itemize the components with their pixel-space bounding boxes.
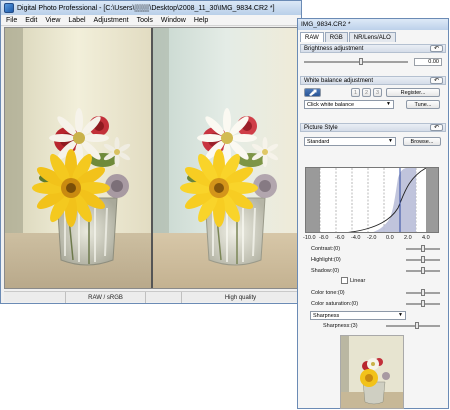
picture-style-select[interactable]: Standard ▼ [304,137,396,146]
chevron-down-icon: ▼ [386,101,391,107]
axis-tick: -6.0 [335,235,345,241]
linear-label: Linear [350,278,366,284]
menu-bar: File Edit View Label Adjustment Tools Wi… [1,15,301,26]
axis-tick: 0.0 [386,235,394,241]
main-window: Digital Photo Professional - [C:\Users\▒… [0,0,302,304]
wb-slot-1-button[interactable]: 1 [351,88,360,97]
highlight-slider-thumb[interactable] [421,256,425,263]
menu-window[interactable]: Window [157,17,190,24]
app-icon [4,3,14,13]
sharpness-slider-thumb[interactable] [415,322,419,329]
brightness-slider-track[interactable] [304,61,408,63]
sharpness-mode-value: Sharpness [313,312,340,319]
picture-style-header: Picture Style ↶ [300,123,446,132]
reset-icon: ↶ [433,45,440,52]
highlight-label: Highlight:(0) [311,257,341,263]
after-image-pane[interactable] [153,28,298,288]
axis-tick: -8.0 [319,235,329,241]
register-button[interactable]: Register... [386,88,440,97]
color-saturation-slider-thumb[interactable] [421,300,425,307]
brightness-slider-thumb[interactable] [359,58,363,65]
navigator-thumbnail[interactable] [340,335,404,409]
brightness-header: Brightness adjustment ↶ [300,44,446,53]
wb-slot-2-button[interactable]: 2 [362,88,371,97]
browse-button[interactable]: Browse... [403,137,441,146]
shadow-label: Shadow:(0) [311,268,340,274]
status-color-space: RAW / sRGB [66,292,146,303]
tone-curve-panel[interactable] [305,167,439,233]
axis-tick: -10.0 [303,235,316,241]
picture-style-select-value: Standard [307,138,330,145]
menu-help[interactable]: Help [190,17,212,24]
menu-edit[interactable]: Edit [21,17,41,24]
white-balance-header-label: White balance adjustment [304,77,374,84]
shadow-slider-thumb[interactable] [421,267,425,274]
tool-palette: IMG_9834.CR2 * RAW RGB NR/Lens/ALO Brigh… [297,18,449,409]
tune-button[interactable]: Tune... [406,100,440,109]
menu-view[interactable]: View [41,17,64,24]
status-empty-left [4,292,66,303]
color-saturation-label: Color saturation:(0) [311,301,359,307]
white-balance-select[interactable]: Click white balance ▼ [304,100,394,109]
tool-palette-title[interactable]: IMG_9834.CR2 * [298,19,448,30]
tool-tabs: RAW RGB NR/Lens/ALO [300,32,397,42]
chevron-down-icon: ▼ [388,138,393,144]
bouquet-photo-before [5,28,151,288]
menu-label[interactable]: Label [64,17,89,24]
menu-file[interactable]: File [1,17,21,24]
white-balance-select-value: Click white balance [307,101,355,108]
before-image-pane[interactable] [5,28,151,288]
linear-checkbox[interactable] [341,277,348,284]
eyedropper-button[interactable] [304,88,321,97]
bouquet-photo-after [153,28,298,288]
tab-nr-lens-alo[interactable]: NR/Lens/ALO [348,32,396,42]
reset-icon: ↶ [433,124,440,131]
chevron-down-icon: ▼ [398,312,403,318]
brightness-value-field[interactable]: 0.00 [414,58,442,66]
image-viewer[interactable] [4,27,299,289]
sharpness-mode-select[interactable]: Sharpness ▼ [310,311,406,320]
brightness-header-label: Brightness adjustment [304,45,364,52]
sharpness-label: Sharpness:(3) [323,323,358,329]
axis-tick: -4.0 [351,235,361,241]
menu-tools[interactable]: Tools [133,17,157,24]
axis-tick: 2.0 [404,235,412,241]
sharpness-slider-track[interactable] [386,325,440,327]
eyedropper-icon [309,89,317,96]
status-quality: High quality [224,294,257,301]
tab-rgb[interactable]: RGB [324,32,348,42]
navigator-photo [341,336,403,408]
brightness-reset-button[interactable]: ↶ [430,45,443,52]
tone-curve-graph [306,168,438,232]
axis-tick: -2.0 [367,235,377,241]
picture-style-reset-button[interactable]: ↶ [430,124,443,131]
status-bar: RAW / sRGB High quality [4,291,299,303]
white-balance-reset-button[interactable]: ↶ [430,77,443,84]
color-tone-label: Color tone:(0) [311,290,345,296]
main-title-bar[interactable]: Digital Photo Professional - [C:\Users\▒… [1,1,301,15]
contrast-label: Contrast:(0) [311,246,341,252]
reset-icon: ↶ [433,77,440,84]
axis-tick: 4.0 [422,235,430,241]
main-window-title: Digital Photo Professional - [C:\Users\▒… [17,4,275,12]
contrast-slider-thumb[interactable] [421,245,425,252]
wb-slot-3-button[interactable]: 3 [373,88,382,97]
color-tone-slider-thumb[interactable] [421,289,425,296]
white-balance-header: White balance adjustment ↶ [300,76,446,85]
tab-raw[interactable]: RAW [300,32,324,42]
menu-adjustment[interactable]: Adjustment [90,17,133,24]
picture-style-header-label: Picture Style [304,124,338,131]
status-empty-mid [146,292,182,303]
